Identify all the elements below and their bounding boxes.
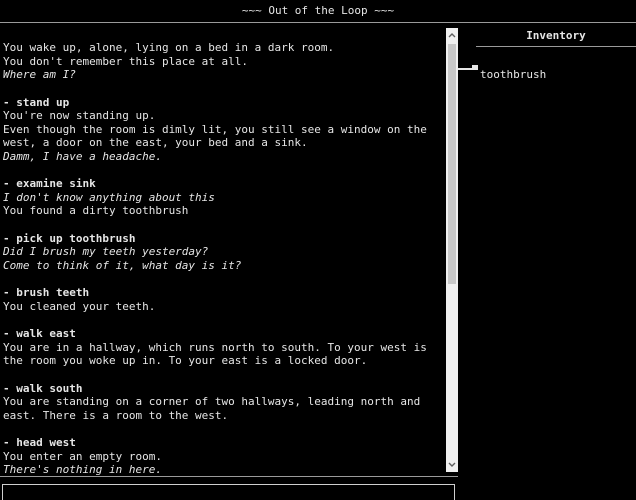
log-entry: - pick up toothbrush Did I brush my teeth… <box>3 232 443 273</box>
log-command: - walk south <box>3 381 83 395</box>
log-command: - examine sink <box>3 177 96 190</box>
story-log-scrollbar[interactable] <box>446 28 458 472</box>
log-narration: You wake up, alone, lying on a bed in a … <box>3 41 335 54</box>
inventory-divider <box>476 46 636 47</box>
log-entry: - brush teeth You cleaned your teeth. <box>3 286 443 313</box>
chevron-up-icon <box>448 33 456 38</box>
log-narration: You cleaned your teeth. <box>3 299 156 313</box>
log-entry: - head west You enter an empty room. There… <box>3 436 443 475</box>
log-thought: There's nothing in here. <box>3 463 162 475</box>
log-entry: You wake up, alone, lying on a bed in a … <box>3 41 443 82</box>
log-narration: You're now standing up. <box>3 109 156 122</box>
log-command: - stand up <box>3 95 70 109</box>
log-command: - head west <box>3 436 76 449</box>
inventory-item[interactable]: toothbrush <box>458 62 546 82</box>
title-divider <box>0 22 636 23</box>
log-command: - walk east <box>3 327 76 340</box>
log-divider <box>0 476 458 477</box>
log-thought: Damm, I have a headache. <box>3 149 162 163</box>
story-log[interactable]: You wake up, alone, lying on a bed in a … <box>3 41 443 475</box>
log-thought: I don't know anything about this <box>3 190 215 204</box>
log-narration: You are standing on a corner of two hall… <box>3 395 427 422</box>
log-narration: You don't remember this place at all. <box>3 54 249 68</box>
log-entry: - examine sink I don't know anything abou… <box>3 177 443 218</box>
toothbrush-icon <box>458 65 478 70</box>
game-title: ~~~ Out of the Loop ~~~ <box>241 4 395 17</box>
inventory-item-label: toothbrush <box>480 68 547 81</box>
log-entry: - stand up You're now standing up. Even th… <box>3 96 443 164</box>
command-input[interactable] <box>2 484 455 500</box>
chevron-down-icon <box>448 462 456 467</box>
log-thought: Did I brush my teeth yesterday? <box>3 245 209 258</box>
log-narration: You enter an empty room. <box>3 449 162 463</box>
log-command: - pick up toothbrush <box>3 231 136 245</box>
log-thought: Where am I? <box>3 68 76 81</box>
scroll-thumb[interactable] <box>448 44 456 284</box>
inventory-header: Inventory <box>526 29 586 42</box>
log-entry: - walk east You are in a hallway, which r… <box>3 327 443 368</box>
log-thought: Come to think of it, what day is it? <box>3 258 242 272</box>
log-narration: You are in a hallway, which runs north t… <box>3 340 434 368</box>
log-narration: You found a dirty toothbrush <box>3 204 189 217</box>
scroll-up-button[interactable] <box>446 28 458 42</box>
log-entry: - walk south You are standing on a corner… <box>3 382 443 423</box>
log-command: - brush teeth <box>3 286 90 299</box>
log-narration: Even though the room is dimly lit, you s… <box>3 122 434 150</box>
scroll-down-button[interactable] <box>446 458 458 472</box>
